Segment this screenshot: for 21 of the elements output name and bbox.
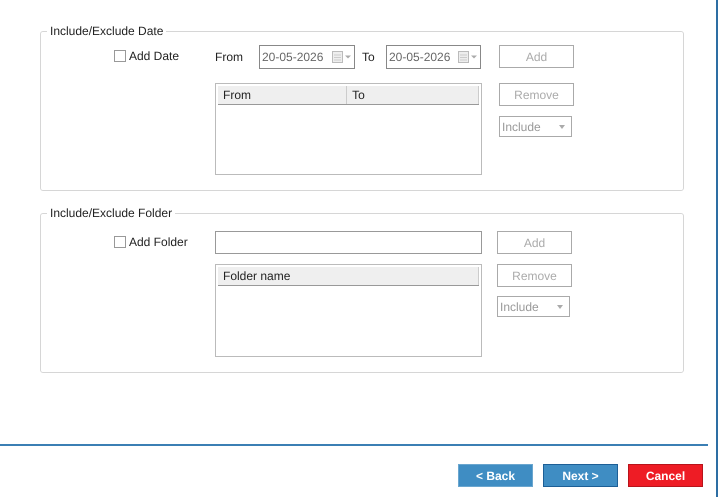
- date-picker[interactable]: 20-05-2026: [259, 45, 355, 69]
- caret-icon: [557, 304, 563, 308]
- date-list[interactable]: From To: [215, 83, 482, 175]
- add-checkbox[interactable]: Add Folder: [114, 231, 215, 253]
- to-label: To: [361, 50, 376, 64]
- folder-list[interactable]: Folder name: [215, 264, 482, 357]
- calendar-icon[interactable]: [332, 51, 352, 63]
- nav-button[interactable]: Cancel: [628, 464, 703, 487]
- caret-icon: [559, 124, 565, 128]
- calendar-icon[interactable]: [458, 51, 478, 63]
- nav-button[interactable]: < Back: [458, 464, 533, 487]
- group-legend: Include/Exclude Folder: [47, 206, 176, 220]
- nav-button[interactable]: Next >: [543, 464, 618, 487]
- from-label: From: [215, 50, 244, 64]
- add-checkbox[interactable]: Add Date: [114, 45, 215, 67]
- column-header[interactable]: To: [347, 86, 479, 104]
- date-picker[interactable]: 20-05-2026: [386, 45, 481, 69]
- column-header[interactable]: From: [218, 86, 348, 104]
- group-legend: Include/Exclude Date: [47, 24, 166, 38]
- column-header[interactable]: Folder name: [218, 267, 479, 285]
- folder-field[interactable]: [215, 231, 482, 254]
